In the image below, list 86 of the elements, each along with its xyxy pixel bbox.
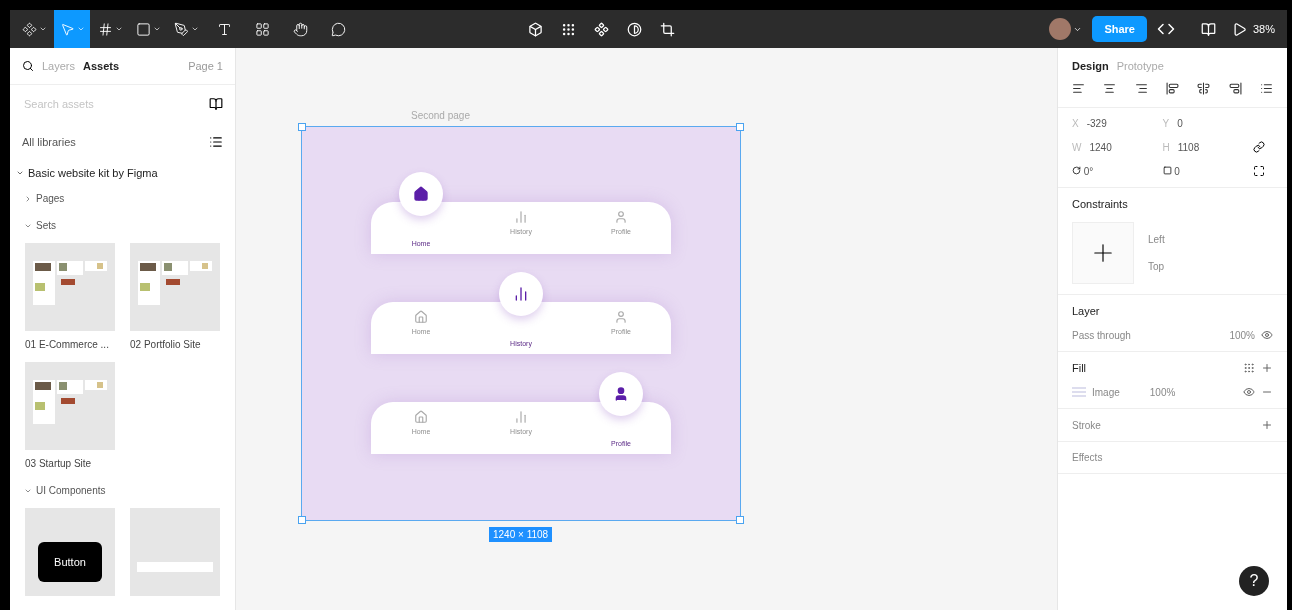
field-value[interactable]: -329 [1086,118,1107,129]
component-thumbnail[interactable] [130,508,220,596]
field-label: X [1072,118,1079,129]
thumbnail-label[interactable]: 01 E-Commerce ... [25,339,115,350]
comment-icon [330,21,346,37]
panel-tab[interactable]: Design [1072,60,1109,72]
image-swatch[interactable] [1072,387,1086,397]
text-icon [216,21,232,37]
field-label: H [1162,141,1170,153]
library-filter[interactable]: All libraries [22,136,76,148]
caret-icon[interactable] [16,169,24,177]
section-title[interactable]: Sets [36,220,56,231]
resize-handle[interactable] [298,516,306,524]
field-label: W [1072,141,1082,153]
rotation-value[interactable]: 0° [1083,165,1094,177]
rotation-icon [1072,165,1081,175]
resize-handle[interactable] [736,516,744,524]
thumbnail-label[interactable]: 03 Startup Site [25,458,115,469]
caret-icon [152,25,161,33]
home-icon [413,186,429,202]
resources-icon [254,21,270,37]
resize-handle[interactable] [736,123,744,131]
hand-icon [292,21,308,37]
active-nav-bubble[interactable] [599,372,643,416]
size-badge: 1240 × 1108 [489,527,553,542]
section-title: Constraints [1072,198,1129,210]
frame-icon [97,21,113,37]
diamond-icon[interactable] [594,21,609,37]
field-value[interactable]: 1240 [1089,141,1112,153]
caret-icon [190,25,199,33]
avatar[interactable] [1049,18,1072,40]
library-title[interactable]: Basic website kit by Figma [28,167,158,179]
link-icon[interactable] [1253,141,1265,153]
align-center-icon[interactable] [1103,82,1117,95]
field-value[interactable]: 1108 [1177,141,1200,153]
blend-mode[interactable]: Pass through [1072,329,1131,341]
horizontal-constraint[interactable]: Left [1148,234,1165,245]
section-title[interactable]: UI Components [36,485,106,496]
resize-handle[interactable] [298,123,306,131]
play-icon[interactable] [1231,21,1247,37]
button-preview: Button [38,542,102,582]
add-icon[interactable] [1261,362,1273,374]
caret-icon [38,25,47,33]
library-icon[interactable] [209,97,223,111]
search-icon[interactable] [22,60,34,72]
vertical-constraint[interactable]: Top [1148,261,1165,272]
crop-icon[interactable] [660,21,675,37]
align-right-icon[interactable] [1134,82,1148,95]
profile-icon [613,386,629,402]
add-icon[interactable] [1261,419,1273,431]
styles-icon[interactable] [1243,362,1255,374]
shape-icon [135,21,151,37]
radius-value[interactable]: 0 [1174,165,1180,177]
section-title: Layer [1072,305,1101,317]
caret-icon[interactable] [24,194,32,203]
panel-tab[interactable]: Assets [83,60,120,72]
section-title: Stroke [1072,419,1101,431]
opacity-value[interactable]: 100% [1229,329,1255,341]
fill-type[interactable]: Image [1092,386,1120,398]
component-icon[interactable] [528,21,543,37]
opacity-value[interactable]: 100% [1149,386,1176,398]
align-left-icon[interactable] [1072,82,1085,95]
eye-icon[interactable] [1261,329,1273,341]
move-icon [59,21,75,37]
thumbnail-label[interactable]: 02 Portfolio Site [130,339,220,350]
component-thumbnail[interactable]: Button [25,508,115,596]
contrast-icon[interactable] [627,21,642,37]
field-label: Y [1162,118,1170,129]
active-nav-bubble[interactable] [399,172,443,216]
section-title[interactable]: Pages [36,193,65,204]
align-middle-icon[interactable] [1197,82,1211,95]
eye-icon[interactable] [1243,386,1255,398]
section-title: Fill [1072,362,1087,374]
align-bottom-icon[interactable] [1228,82,1242,95]
align-top-icon[interactable] [1166,82,1179,95]
caret-icon [76,25,85,33]
pen-icon [173,21,189,37]
zoom-level[interactable]: 38% [1252,23,1275,35]
list-icon[interactable] [209,135,223,149]
corner-radius-icon [1162,165,1172,175]
history-icon [513,286,529,302]
field-value[interactable]: 0 [1177,118,1183,129]
grid-icon[interactable] [561,21,576,37]
caret-icon [114,25,123,33]
section-title: Effects [1072,452,1103,463]
expand-icon[interactable] [1253,165,1265,177]
